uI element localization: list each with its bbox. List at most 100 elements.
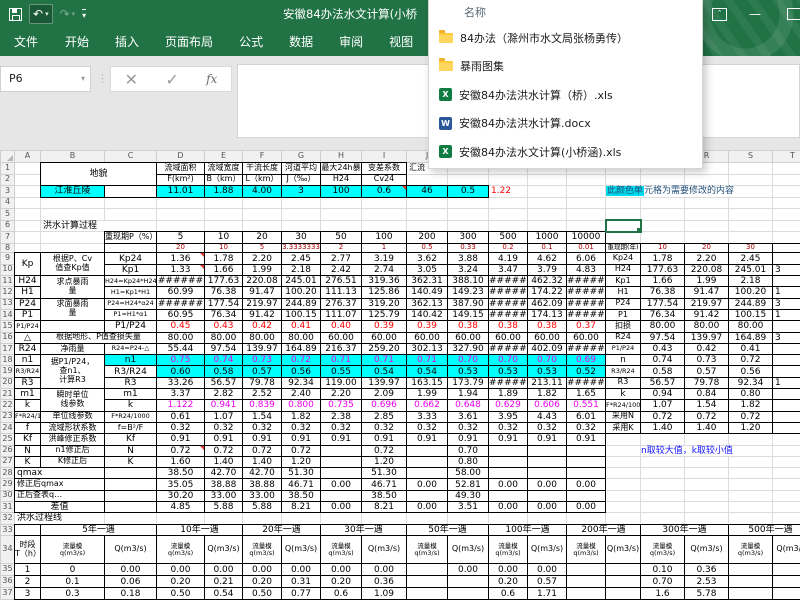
cell-R27[interactable] (684, 455, 729, 469)
cell-Q27[interactable] (640, 455, 685, 469)
cell-I25[interactable]: 0.91 (361, 433, 407, 446)
cell-M36[interactable]: 0.57 (527, 575, 567, 589)
cell-S7[interactable] (728, 231, 773, 244)
cell-B16[interactable]: 根据地形、P值查损失量 (40, 331, 157, 344)
cell-K25[interactable]: 0.91 (447, 433, 489, 446)
cell-Q7[interactable] (640, 231, 685, 244)
cell-S11[interactable]: 2.18 (728, 275, 773, 288)
cell-L13[interactable]: ###### (488, 297, 528, 310)
col-header-B[interactable]: B (40, 150, 105, 163)
cell-N33[interactable]: 200年一遇 (566, 523, 641, 537)
cell-N18[interactable]: 0.69 (566, 354, 606, 367)
cell-N22[interactable]: 0.551 (566, 399, 606, 412)
cell-N20[interactable]: ###### (566, 376, 606, 390)
cell-A24[interactable]: f (14, 421, 41, 435)
cell-L21[interactable]: 1.89 (488, 388, 528, 401)
cell-K29[interactable]: 52.81 (447, 478, 489, 491)
cell-F23[interactable]: 1.54 (242, 410, 282, 423)
cell-D10[interactable]: 1.33 (156, 263, 205, 277)
cell-P36[interactable] (605, 575, 641, 589)
cell-I19[interactable]: 0.54 (361, 365, 407, 378)
cell-A34[interactable]: 时段 T（h） (14, 535, 41, 565)
cell-N35[interactable] (566, 563, 606, 577)
cell-I5[interactable] (361, 208, 407, 221)
cell-F29[interactable]: 38.88 (242, 478, 282, 491)
cell-L32[interactable] (488, 512, 528, 525)
cell-S15[interactable]: 80.00 (728, 320, 773, 333)
col-header-D[interactable]: D (156, 150, 205, 163)
cell-N27[interactable] (566, 455, 606, 469)
ribbon-tab-1[interactable]: 文件 (0, 28, 52, 56)
cell-C37[interactable]: 0.18 (104, 587, 157, 600)
cell-R18[interactable]: 0.73 (684, 354, 729, 367)
cell-R10[interactable]: 220.08 (684, 263, 729, 277)
cell-L14[interactable]: ###### (488, 308, 528, 322)
cell-N17[interactable]: ###### (566, 342, 606, 356)
cell-F28[interactable]: 42.70 (242, 467, 282, 480)
cell-R16[interactable]: 139.97 (684, 331, 729, 344)
cell-H20[interactable]: 119.00 (320, 376, 362, 390)
ribbon-tab-5[interactable]: 公式 (226, 28, 276, 56)
cell-P27[interactable] (605, 455, 641, 469)
cell-A31[interactable]: 差值 (14, 500, 105, 514)
cell-M6[interactable] (527, 219, 567, 232)
cell-H27[interactable] (320, 455, 362, 469)
cell-Q35[interactable]: 0.10 (640, 563, 685, 577)
cell-C30[interactable] (104, 489, 157, 502)
cell-J3[interactable]: 46 (406, 185, 448, 198)
cell-Q20[interactable]: 56.57 (640, 376, 685, 390)
cell-P11[interactable]: Kp1 (605, 275, 641, 288)
cell-M15[interactable]: 0.38 (527, 320, 567, 333)
cell-H17[interactable]: 216.37 (320, 342, 362, 356)
cell-E4[interactable] (204, 196, 243, 209)
cell-J28[interactable] (406, 467, 448, 480)
cell-S10[interactable]: 245.01 (728, 263, 773, 277)
cell-D18[interactable]: 0.75 (156, 354, 205, 367)
row-header-13[interactable]: 13 (0, 297, 15, 310)
cell-Q28[interactable] (640, 467, 685, 480)
cell-F3[interactable]: 4.00 (242, 185, 282, 198)
cell-L19[interactable]: 0.53 (488, 365, 528, 378)
cell-F5[interactable] (242, 208, 282, 221)
cell-H10[interactable]: 2.42 (320, 263, 362, 277)
cell-M2[interactable] (527, 173, 567, 186)
cell-M24[interactable]: 0.32 (527, 421, 567, 435)
cell-I17[interactable]: 259.20 (361, 342, 407, 356)
cell-L22[interactable]: 0.629 (488, 399, 528, 412)
cell-E12[interactable]: 76.38 (204, 286, 243, 299)
cell-P17[interactable]: P1/P24 (605, 342, 641, 356)
cell-T20[interactable]: 1 (772, 376, 800, 390)
cell-J14[interactable]: 140.42 (406, 308, 448, 322)
cell-M32[interactable] (527, 512, 567, 525)
cell-A5[interactable] (14, 208, 41, 221)
cell-B21[interactable]: 瞬时单位 线参数 (40, 388, 105, 412)
cell-D3[interactable]: 11.01 (156, 185, 205, 198)
cell-S28[interactable] (728, 467, 773, 480)
cell-B25[interactable]: 洪峰修正系数 (40, 433, 105, 446)
cell-P15[interactable]: 扣损 (605, 320, 641, 333)
cell-F12[interactable]: 91.47 (242, 286, 282, 299)
cell-D36[interactable]: 0.20 (156, 575, 205, 589)
cell-B33[interactable]: 5年一遇 (40, 523, 157, 537)
cell-L26[interactable] (488, 444, 528, 457)
cell-Q22[interactable]: 1.07 (640, 399, 685, 412)
cell-H32[interactable] (320, 512, 362, 525)
cell-B34[interactable]: 流量模 q(m3/s) (40, 535, 105, 565)
cell-T36[interactable] (772, 575, 800, 589)
cell-R22[interactable]: 1.54 (684, 399, 729, 412)
row-header-10[interactable]: 10 (0, 263, 15, 277)
cell-I11[interactable]: 319.36 (361, 275, 407, 288)
cell-F14[interactable]: 91.42 (242, 308, 282, 322)
cell-F16[interactable]: 80.00 (242, 331, 282, 344)
cell-G9[interactable]: 2.45 (281, 252, 321, 265)
cell-F15[interactable]: 0.42 (242, 320, 282, 333)
cell-C18[interactable]: n1 (104, 354, 157, 367)
cell-I10[interactable]: 2.74 (361, 263, 407, 277)
cell-C23[interactable]: F*R24/1000 (104, 410, 157, 423)
file-item[interactable]: 安徽84办法水文计算(小桥涵).xls (439, 144, 621, 160)
cell-P16[interactable]: R24 (605, 331, 641, 344)
cell-M25[interactable]: 0.91 (527, 433, 567, 446)
cell-P10[interactable]: H24 (605, 263, 641, 277)
cell-Q10[interactable]: 177.63 (640, 263, 685, 277)
row-header-1[interactable]: 1 (0, 162, 15, 175)
